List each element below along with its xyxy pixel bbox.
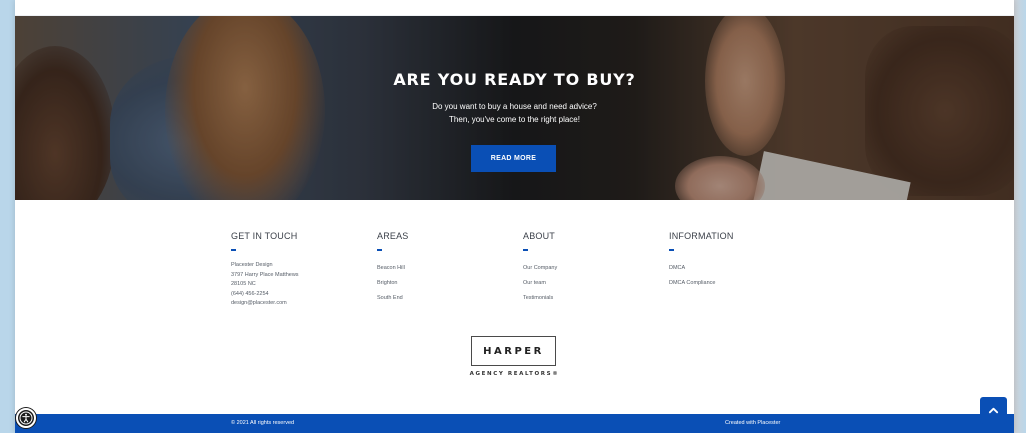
- header-strip: [15, 0, 1014, 16]
- page: ARE YOU READY TO BUY? Do you want to buy…: [15, 0, 1014, 433]
- areas-list: Beacon Hill Brighton South End: [377, 261, 507, 306]
- copyright-text: © 2021 All rights reserved: [231, 420, 295, 426]
- footer-bottom-bar: © 2021 All rights reserved Created with …: [15, 414, 1014, 433]
- address-street: 3797 Harry Place Matthews: [231, 271, 299, 278]
- footer-column-title: GET IN TOUCH: [231, 231, 298, 241]
- footer-column-title: INFORMATION: [669, 231, 734, 241]
- window-edge: [1014, 0, 1026, 433]
- hero-text-line-2: Then, you've come to the right place!: [449, 115, 580, 124]
- title-underline: [523, 249, 528, 251]
- footer-column-information: INFORMATION DMCA DMCA Compliance: [669, 231, 799, 291]
- hero-text-line-1: Do you want to buy a house and need advi…: [432, 102, 597, 111]
- address-city: 28105 NC: [231, 281, 256, 287]
- footer-link-our-team[interactable]: Our team: [523, 276, 653, 291]
- title-underline: [669, 249, 674, 251]
- footer-link-south-end[interactable]: South End: [377, 291, 507, 306]
- read-more-button[interactable]: READ MORE: [471, 145, 556, 172]
- footer-logo[interactable]: HARPER: [471, 336, 556, 366]
- footer-logo-subtitle: AGENCY REALTORS®: [469, 371, 560, 377]
- phone-link[interactable]: (644) 456-2254: [231, 290, 361, 300]
- footer-link-beacon-hill[interactable]: Beacon Hill: [377, 261, 507, 276]
- information-list: DMCA DMCA Compliance: [669, 261, 799, 291]
- footer-column-title: AREAS: [377, 231, 409, 241]
- company-name: Placester Design: [231, 262, 273, 268]
- footer-column-title: ABOUT: [523, 231, 556, 241]
- created-with-link[interactable]: Created with Placester: [725, 420, 780, 426]
- footer-link-dmca-compliance[interactable]: DMCA Compliance: [669, 276, 799, 291]
- footer-link-dmca[interactable]: DMCA: [669, 261, 799, 276]
- footer-column-about: ABOUT Our Company Our team Testimonials: [523, 231, 653, 306]
- footer-column-areas: AREAS Beacon Hill Brighton South End: [377, 231, 507, 306]
- back-to-top-button[interactable]: [980, 397, 1007, 424]
- about-list: Our Company Our team Testimonials: [523, 261, 653, 306]
- accessibility-button[interactable]: [16, 408, 36, 428]
- hero-title: ARE YOU READY TO BUY?: [393, 70, 636, 89]
- footer-column-get-in-touch: GET IN TOUCH Placester Design 3797 Harry…: [231, 231, 361, 309]
- contact-list: Placester Design 3797 Harry Place Matthe…: [231, 261, 361, 309]
- hero-text: Do you want to buy a house and need advi…: [15, 100, 1014, 126]
- title-underline: [377, 249, 382, 251]
- title-underline: [231, 249, 236, 251]
- chevron-up-icon: [988, 407, 999, 414]
- accessibility-icon: [19, 411, 33, 425]
- footer-link-testimonials[interactable]: Testimonials: [523, 291, 653, 306]
- email-link[interactable]: design@placester.com: [231, 299, 361, 309]
- hero-banner: ARE YOU READY TO BUY? Do you want to buy…: [15, 16, 1014, 200]
- footer-link-our-company[interactable]: Our Company: [523, 261, 653, 276]
- footer-link-brighton[interactable]: Brighton: [377, 276, 507, 291]
